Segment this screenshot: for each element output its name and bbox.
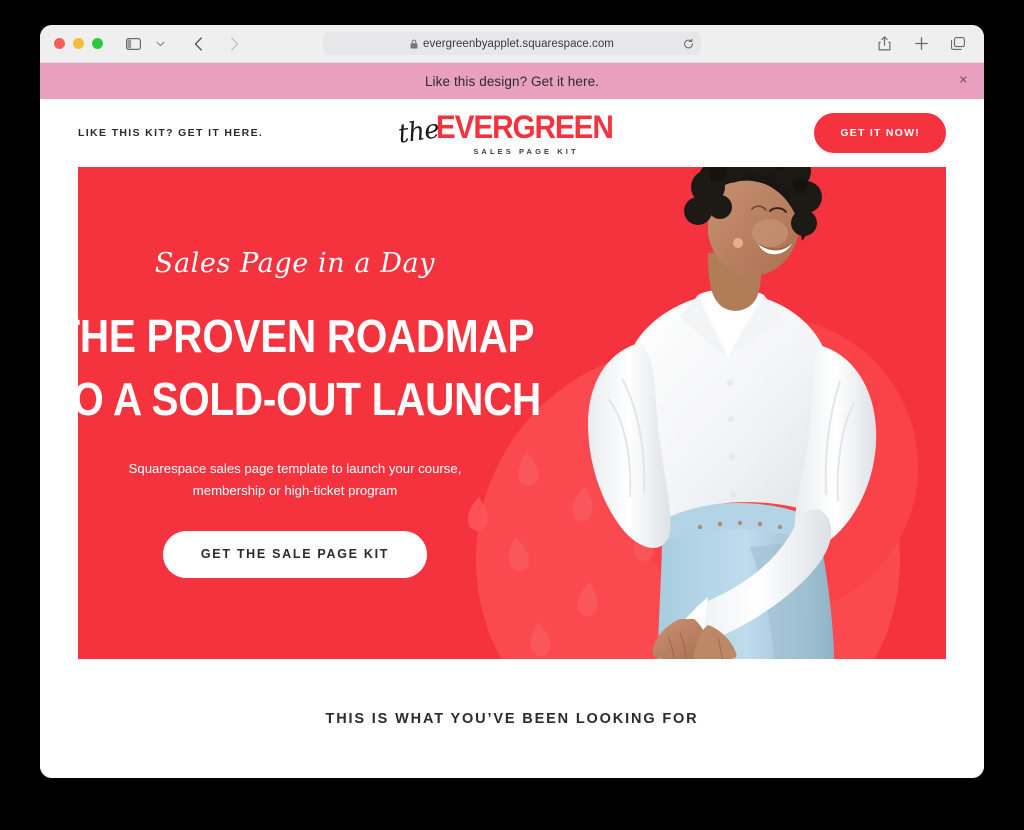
chevron-down-icon[interactable] [148,32,172,56]
back-arrow-icon[interactable] [186,32,210,56]
hero-eyebrow: Sales Page in a Day [154,248,436,280]
window-traffic-lights [54,38,103,49]
lock-icon [410,39,418,49]
hero-headline: THE PROVEN ROADMAP TO A SOLD-OUT LAUNCH [78,305,541,430]
hero-portrait-photo [512,167,946,659]
hero-cta-button[interactable]: GET THE SALE PAGE KIT [162,530,428,578]
address-bar[interactable]: evergreenbyapplet.squarespace.com [323,32,701,55]
tab-overview-icon[interactable] [946,32,970,56]
toolbar-right-actions [872,32,970,56]
minimize-window-button[interactable] [73,38,84,49]
screenshot-stage: evergreenbyapplet.squarespace.com Like t… [0,0,1024,830]
site-logo[interactable]: the EVERGREEN SALES PAGE KIT [396,108,626,156]
hero-headline-line-1: THE PROVEN ROADMAP [78,310,535,363]
maximize-window-button[interactable] [92,38,103,49]
sidebar-toggle-icon[interactable] [121,32,145,56]
share-icon[interactable] [872,32,896,56]
below-hero-section: THIS IS WHAT YOU’VE BEEN LOOKING FOR [40,659,984,778]
site-header: LIKE THIS KIT? GET IT HERE. the EVERGREE… [40,99,984,167]
hero-image-column [512,167,946,659]
section-title: THIS IS WHAT YOU’VE BEEN LOOKING FOR [325,710,699,727]
announcement-text: Like this design? Get it here. [424,73,600,89]
header-cta-button[interactable]: GET IT NOW! [814,113,946,153]
hero-subtext: Squarespace sales page template to launc… [128,461,462,498]
logo-script-word: the [396,114,442,150]
forward-arrow-icon[interactable] [222,32,246,56]
web-page-content: Like this design? Get it here. ✕ LIKE TH… [40,63,984,778]
hero-copy-column: Sales Page in a Day THE PROVEN ROADMAP T… [78,167,541,659]
hero-section: Sales Page in a Day THE PROVEN ROADMAP T… [78,167,946,659]
logo-subtitle: SALES PAGE KIT [473,146,579,156]
browser-window: evergreenbyapplet.squarespace.com Like t… [40,25,984,778]
browser-toolbar: evergreenbyapplet.squarespace.com [40,25,984,63]
close-window-button[interactable] [54,38,65,49]
announcement-bar[interactable]: Like this design? Get it here. ✕ [40,63,984,99]
logo-wordmark: the EVERGREEN [396,108,626,150]
header-tagline: LIKE THIS KIT? GET IT HERE. [78,127,264,139]
logo-main-word: EVERGREEN [435,108,614,145]
address-bar-container: evergreenbyapplet.squarespace.com [40,32,984,55]
sidebar-controls [121,32,172,56]
plus-icon[interactable] [909,32,933,56]
url-text: evergreenbyapplet.squarespace.com [423,37,614,50]
reload-icon[interactable] [683,38,694,49]
close-icon[interactable]: ✕ [959,75,968,87]
navigation-controls [186,32,246,56]
hero-headline-line-2: TO A SOLD-OUT LAUNCH [78,372,542,425]
